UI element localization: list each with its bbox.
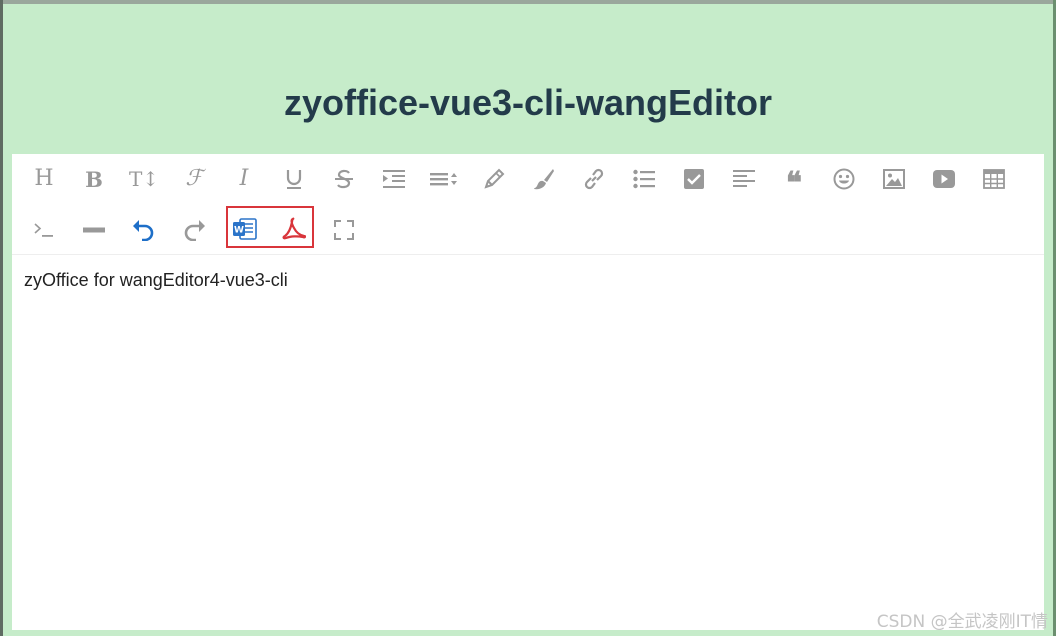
redo-button[interactable] <box>178 214 210 246</box>
undo-button[interactable] <box>128 214 160 246</box>
background-color-button[interactable] <box>528 163 560 195</box>
justify-button[interactable] <box>728 163 760 195</box>
video-icon <box>933 170 955 188</box>
pdf-import-icon <box>282 217 306 240</box>
todo-button[interactable] <box>678 163 710 195</box>
video-button[interactable] <box>928 163 960 195</box>
window-top-border <box>0 0 1056 4</box>
justify-icon <box>733 170 755 187</box>
list-icon <box>633 169 655 189</box>
quote-icon: ❝ <box>785 166 803 201</box>
heading-icon: H <box>34 166 54 191</box>
divider-icon <box>83 227 105 233</box>
font-color-icon <box>484 168 505 189</box>
import-word-button[interactable]: W <box>229 213 261 245</box>
bold-button[interactable]: B <box>78 163 110 195</box>
image-icon <box>883 169 905 189</box>
font-family-icon: ℱ <box>185 166 203 191</box>
table-icon <box>983 169 1005 189</box>
undo-icon <box>133 220 154 241</box>
editor-toolbar: H B T↕ ℱ I ❝ W <box>12 154 1044 255</box>
heading-button[interactable]: H <box>28 163 60 195</box>
todo-icon <box>684 169 704 189</box>
italic-button[interactable]: I <box>228 163 260 195</box>
link-button[interactable] <box>578 163 610 195</box>
table-button[interactable] <box>978 163 1010 195</box>
rich-text-editor: H B T↕ ℱ I ❝ W zyOffice for wangEditor4-… <box>12 154 1044 630</box>
italic-icon: I <box>239 166 249 191</box>
strikethrough-icon <box>335 169 353 189</box>
image-button[interactable] <box>878 163 910 195</box>
link-icon <box>584 168 604 190</box>
watermark: CSDN @全武凌刚IT情 <box>876 612 1048 632</box>
font-color-button[interactable] <box>478 163 510 195</box>
word-import-icon: W <box>233 218 257 240</box>
code-icon <box>34 223 53 237</box>
font-family-button[interactable]: ℱ <box>178 163 210 195</box>
list-button[interactable] <box>628 163 660 195</box>
svg-text:W: W <box>234 226 244 236</box>
font-size-button[interactable]: T↕ <box>128 163 160 195</box>
import-pdf-button[interactable] <box>278 213 310 245</box>
redo-icon <box>184 220 205 241</box>
strikethrough-button[interactable] <box>328 163 360 195</box>
indent-icon <box>383 170 405 188</box>
divider-button[interactable] <box>78 214 110 246</box>
font-size-icon: T↕ <box>128 167 160 191</box>
code-button[interactable] <box>28 214 60 246</box>
fullscreen-button[interactable] <box>328 214 360 246</box>
emoticon-icon <box>833 168 855 190</box>
line-height-button[interactable] <box>428 163 460 195</box>
underline-button[interactable] <box>278 163 310 195</box>
underline-icon <box>286 170 302 189</box>
emoticon-button[interactable] <box>828 163 860 195</box>
line-height-icon <box>430 173 457 186</box>
background-color-icon <box>534 169 554 190</box>
bold-icon: B <box>85 166 103 192</box>
page-title: zyoffice-vue3-cli-wangEditor <box>283 82 773 123</box>
fullscreen-icon <box>334 220 354 240</box>
editor-content[interactable]: zyOffice for wangEditor4-vue3-cli <box>24 270 288 291</box>
indent-button[interactable] <box>378 163 410 195</box>
quote-button[interactable]: ❝ <box>778 163 810 201</box>
